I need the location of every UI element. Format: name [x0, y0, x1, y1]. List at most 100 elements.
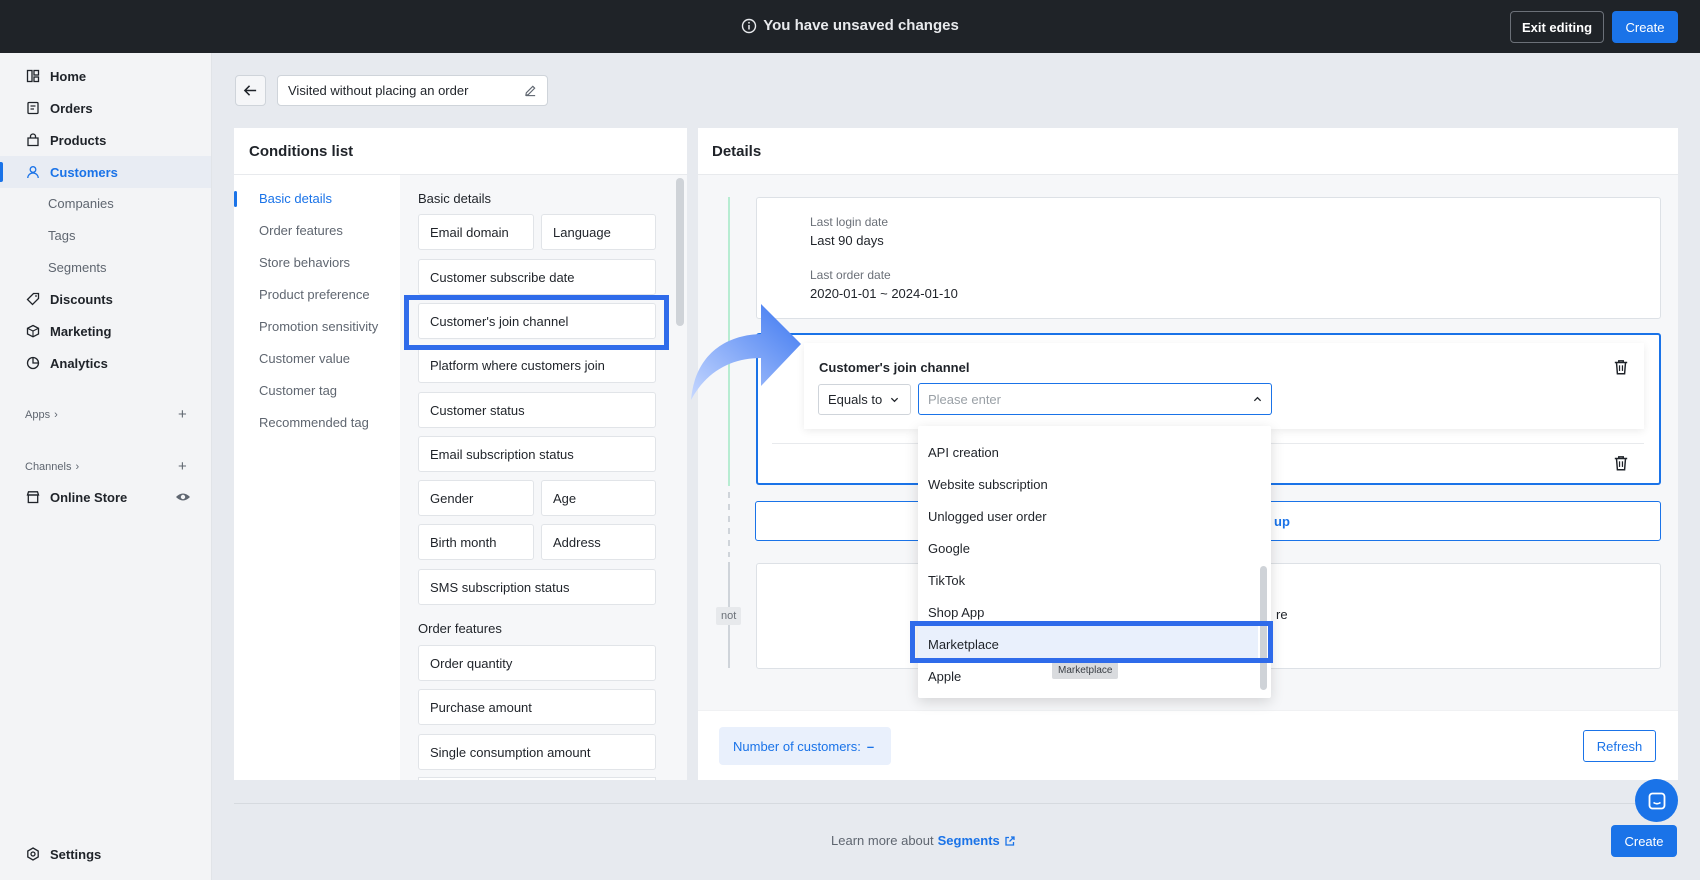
sidebar-item-label: Customers — [50, 164, 118, 180]
create-button-bottom[interactable]: Create — [1611, 825, 1677, 857]
tab-promotion-sensitivity[interactable]: Promotion sensitivity — [259, 319, 378, 334]
tab-basic-details[interactable]: Basic details — [259, 191, 332, 206]
external-link-icon[interactable] — [1004, 835, 1016, 847]
conditions-scrollbar[interactable] — [676, 178, 684, 326]
rule-last-order-value: 2020-01-01 ~ 2024-01-10 — [810, 286, 958, 301]
tab-product-preference[interactable]: Product preference — [259, 287, 370, 302]
channels-section[interactable]: Channels › — [25, 461, 79, 473]
exit-editing-button[interactable]: Exit editing — [1510, 11, 1604, 43]
tab-customer-tag[interactable]: Customer tag — [259, 383, 337, 398]
apps-section[interactable]: Apps › — [25, 409, 58, 421]
sidebar-item-customers[interactable]: Customers — [0, 156, 211, 188]
condition-purchase-amount[interactable]: Purchase amount — [418, 689, 656, 725]
sidebar-subitem-segments[interactable]: Segments — [48, 260, 107, 275]
customer-count: Number of customers: – — [719, 727, 891, 765]
chat-button[interactable] — [1635, 779, 1678, 822]
option-google[interactable]: Google — [928, 541, 970, 556]
join-channel-title: Customer's join channel — [819, 360, 970, 375]
sidebar-item-label: Analytics — [50, 355, 108, 371]
refresh-button[interactable]: Refresh — [1583, 730, 1656, 762]
condition-address[interactable]: Address — [541, 524, 656, 560]
condition-birth-month[interactable]: Birth month — [418, 524, 534, 560]
segment-name-input[interactable]: Visited without placing an order — [277, 75, 548, 106]
operator-value: Equals to — [828, 392, 883, 407]
bag-icon — [26, 133, 40, 147]
add-group-label: up — [1274, 513, 1290, 529]
chevron-right-icon: › — [54, 409, 58, 421]
store-icon — [26, 490, 40, 504]
rule-last-order-label: Last order date — [810, 268, 891, 282]
footer-divider — [234, 803, 1678, 804]
option-unlogged-user-order[interactable]: Unlogged user order — [928, 509, 1047, 524]
back-button[interactable] — [235, 75, 266, 106]
exclude-label-partial: re — [1276, 607, 1288, 622]
sidebar-item-products[interactable]: Products — [0, 124, 211, 156]
segments-link[interactable]: Segments — [938, 833, 1000, 848]
condition-gender[interactable]: Gender — [418, 480, 534, 516]
sidebar-subitem-tags[interactable]: Tags — [48, 228, 75, 243]
learn-more-text: Learn more about — [831, 833, 934, 848]
sidebar-item-marketing[interactable]: Marketing — [0, 315, 211, 347]
option-tiktok[interactable]: TikTok — [928, 573, 965, 588]
highlight-marketplace — [910, 621, 1273, 663]
trash-icon[interactable] — [1612, 358, 1630, 376]
add-channel-icon[interactable]: + — [178, 458, 187, 475]
add-app-icon[interactable]: + — [178, 406, 187, 423]
sidebar-item-label: Home — [50, 68, 87, 84]
customer-count-value: – — [866, 738, 875, 754]
top-bar: You have unsaved changes Exit editing Cr… — [0, 0, 1700, 53]
eye-icon[interactable] — [175, 491, 191, 503]
info-icon — [741, 18, 757, 34]
option-website-subscription[interactable]: Website subscription — [928, 477, 1048, 492]
channels-label: Channels — [25, 461, 72, 473]
condition-language[interactable]: Language — [541, 214, 656, 250]
gear-icon — [26, 847, 40, 861]
condition-platform-where-customers-join[interactable]: Platform where customers join — [418, 347, 656, 383]
chevron-right-icon: › — [75, 461, 80, 473]
edit-pencil-icon[interactable] — [524, 84, 537, 97]
tab-store-behaviors[interactable]: Store behaviors — [259, 255, 350, 270]
sidebar: Home Orders Products Customers Companies… — [0, 53, 212, 880]
condition-email-subscription-status[interactable]: Email subscription status — [418, 436, 656, 472]
person-icon — [26, 165, 40, 179]
orders-icon — [26, 101, 40, 115]
join-channel-value-input[interactable]: Please enter — [918, 383, 1272, 415]
rule-last-login-value: Last 90 days — [810, 233, 884, 248]
condition-email-domain[interactable]: Email domain — [418, 214, 534, 250]
tab-customer-value[interactable]: Customer value — [259, 351, 350, 366]
sidebar-item-label: Discounts — [50, 291, 113, 307]
option-api-creation[interactable]: API creation — [928, 445, 999, 460]
condition-single-consumption-amount[interactable]: Single consumption amount — [418, 734, 656, 770]
option-shop-app[interactable]: Shop App — [928, 605, 984, 620]
not-badge: not — [716, 607, 742, 625]
chat-icon — [1647, 791, 1667, 811]
rule-last-login-label: Last login date — [810, 215, 889, 229]
condition-customer-status[interactable]: Customer status — [418, 392, 656, 428]
tab-order-features[interactable]: Order features — [259, 223, 343, 238]
unsaved-notice-text: You have unsaved changes — [763, 17, 959, 34]
details-title: Details — [712, 143, 762, 160]
conditions-title: Conditions list — [249, 143, 354, 160]
condition-sms-subscription-status[interactable]: SMS subscription status — [418, 569, 656, 605]
sidebar-item-discounts[interactable]: Discounts — [0, 283, 211, 315]
sidebar-subitem-companies[interactable]: Companies — [48, 196, 114, 211]
condition-customer-subscribe-date[interactable]: Customer subscribe date — [418, 259, 656, 295]
create-button-top[interactable]: Create — [1612, 11, 1678, 43]
sidebar-item-orders[interactable]: Orders — [0, 92, 211, 124]
join-channel-placeholder: Please enter — [928, 391, 1001, 407]
trash-icon[interactable] — [1612, 454, 1630, 472]
sidebar-item-home[interactable]: Home — [0, 60, 211, 92]
sidebar-item-label: Online Store — [50, 489, 128, 505]
tab-recommended-tag[interactable]: Recommended tag — [259, 415, 369, 430]
chevron-down-icon — [890, 395, 899, 404]
segment-name-value: Visited without placing an order — [288, 83, 469, 98]
sidebar-item-analytics[interactable]: Analytics — [0, 347, 211, 379]
operator-select[interactable]: Equals to — [818, 384, 911, 415]
condition-age[interactable]: Age — [541, 480, 656, 516]
option-apple[interactable]: Apple — [928, 669, 961, 684]
sidebar-item-settings[interactable]: Settings — [0, 838, 211, 870]
customer-count-label: Number of customers: — [733, 738, 861, 754]
condition-next-partial — [418, 777, 656, 780]
unsaved-notice: You have unsaved changes — [0, 17, 1700, 34]
condition-order-quantity[interactable]: Order quantity — [418, 645, 656, 681]
